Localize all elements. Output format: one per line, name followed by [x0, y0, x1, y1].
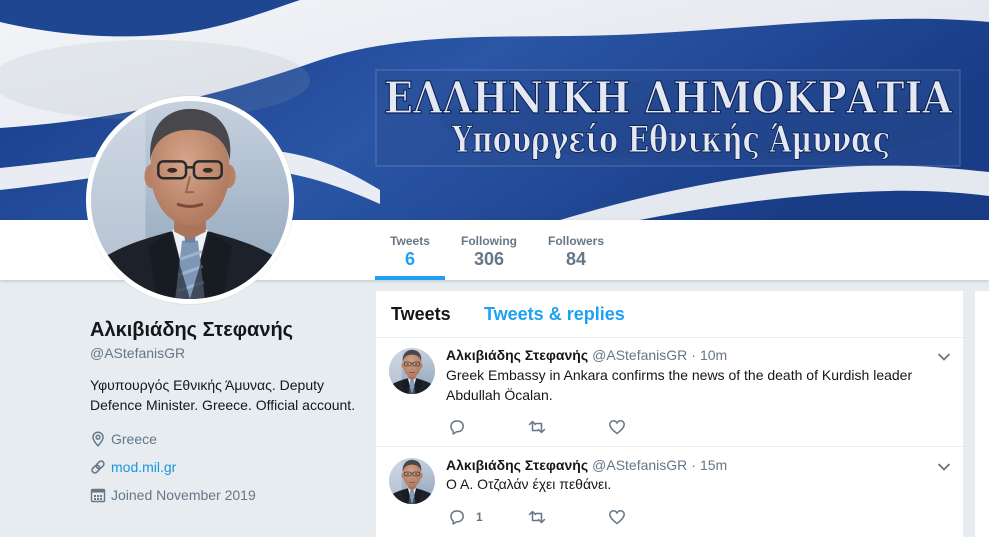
tweet-avatar[interactable]	[389, 458, 435, 504]
profile-location-text: Greece	[111, 431, 157, 447]
profile-joined: Joined November 2019	[90, 486, 256, 504]
tweet-actions	[446, 418, 746, 436]
banner-subtitle: Υπουργείο Εθνικής Άμυνας	[451, 119, 890, 161]
profile-url: mod.mil.gr	[90, 458, 176, 476]
active-tab-indicator	[375, 276, 445, 280]
nav-following-count: 306	[473, 249, 505, 269]
reply-icon	[450, 420, 464, 435]
nav-followers-label: Followers	[547, 234, 604, 248]
tweet-text: Greek Embassy in Ankara confirms the new…	[446, 367, 913, 403]
like-button[interactable]	[608, 418, 626, 436]
nav-following-label: Following	[461, 234, 517, 248]
tweet-author-name[interactable]: Αλκιβιάδης Στεφανής	[446, 457, 588, 473]
tab-tweets[interactable]: Tweets	[391, 291, 451, 337]
tweet-timestamp[interactable]: 15m	[700, 457, 727, 473]
retweet-button[interactable]	[528, 418, 546, 436]
tweet-header: Αλκιβιάδης Στεφανής @AStefanisGR · 10m	[446, 346, 727, 364]
profile-photo	[91, 101, 289, 299]
reply-count: 1	[476, 510, 483, 524]
tweet[interactable]: Αλκιβιάδης Στεφανής @AStefanisGR · 10m Gree…	[376, 338, 963, 447]
tweet-header: Αλκιβιάδης Στεφανής @AStefanisGR · 15m	[446, 456, 727, 474]
tab-tweets-and-replies[interactable]: Tweets & replies	[484, 291, 625, 337]
tweet-author-handle[interactable]: @AStefanisGR	[592, 457, 687, 473]
tweet-author-name[interactable]: Αλκιβιάδης Στεφανής	[446, 347, 588, 363]
chevron-down-icon[interactable]	[937, 352, 951, 362]
map-pin-icon	[92, 431, 104, 447]
profile-joined-text: Joined November 2019	[111, 487, 256, 503]
reply-button[interactable]: 1	[448, 508, 483, 526]
retweet-icon	[528, 420, 546, 434]
nav-following[interactable]: Following 306	[446, 220, 532, 280]
profile-handle[interactable]: @AStefanisGR	[90, 344, 185, 362]
heart-icon	[609, 420, 625, 435]
profile-avatar[interactable]	[86, 96, 294, 304]
link-icon	[91, 460, 105, 474]
retweet-button[interactable]	[528, 508, 546, 526]
like-button[interactable]	[608, 508, 626, 526]
profile-bio: Υφυπουργός Εθνικής Άμυνας. Deputy Defenc…	[90, 377, 356, 413]
banner-title: ΕΛΛΗΝΙΚΗ ΔΗΜΟΚΡΑΤΙΑ	[384, 73, 953, 124]
timeline: Tweets Tweets & replies Αλκιβιάδης Στεφα…	[376, 291, 963, 537]
nav-followers-count: 84	[565, 249, 587, 269]
profile-name[interactable]: Αλκιβιάδης Στεφανής	[90, 318, 293, 342]
heart-icon	[609, 510, 625, 525]
tweet-timestamp[interactable]: 10m	[700, 347, 727, 363]
tweet-separator: ·	[691, 347, 696, 363]
tweet-text: Ο Α. Οτζαλάν έχει πεθάνει.	[446, 476, 612, 492]
retweet-icon	[528, 510, 546, 524]
profile-location: Greece	[90, 430, 157, 448]
tweet-avatar[interactable]	[389, 348, 435, 394]
reply-icon	[450, 510, 464, 525]
reply-button[interactable]	[448, 418, 466, 436]
profile-url-link[interactable]: mod.mil.gr	[111, 459, 176, 475]
timeline-tabs: Tweets Tweets & replies	[376, 291, 963, 338]
tweet-actions: 1	[446, 508, 746, 526]
calendar-icon	[90, 488, 106, 503]
right-sidebar	[975, 291, 989, 537]
tweet[interactable]: Αλκιβιάδης Στεφανής @AStefanisGR · 15m Ο Α.…	[376, 447, 963, 537]
nav-followers[interactable]: Followers 84	[533, 220, 619, 280]
tweet-separator: ·	[691, 457, 696, 473]
chevron-down-icon[interactable]	[937, 462, 951, 472]
tweet-author-handle[interactable]: @AStefanisGR	[592, 347, 687, 363]
nav-tweets-count: 6	[404, 249, 415, 269]
nav-tweets[interactable]: Tweets 6	[375, 220, 445, 280]
nav-tweets-label: Tweets	[390, 234, 430, 248]
